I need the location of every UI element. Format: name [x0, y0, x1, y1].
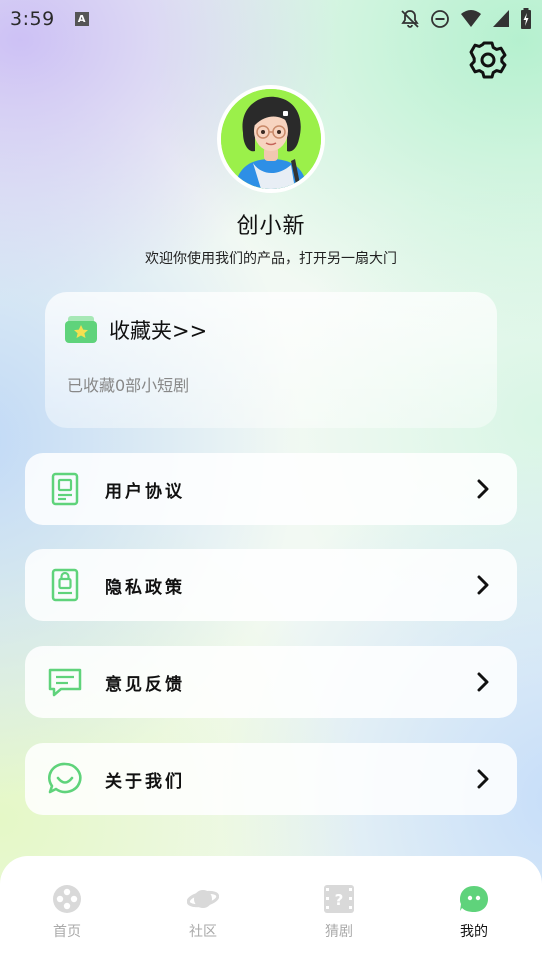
- tagline: 欢迎你使用我们的产品，打开另一扇大门: [145, 251, 397, 267]
- tab-guess[interactable]: ? 猜剧: [289, 856, 389, 956]
- menu-item-about-us[interactable]: 关于我们: [25, 743, 517, 815]
- menu-label: 隐私政策: [105, 578, 185, 598]
- favorites-card[interactable]: 收藏夹>> 已收藏0部小短剧: [45, 292, 497, 428]
- status-time: 3:59: [10, 8, 55, 30]
- bottom-tab-bar: 首页 社区 ? 猜剧 我的: [0, 856, 542, 965]
- menu-item-user-agreement[interactable]: 用户协议: [25, 453, 517, 525]
- chat-smile-icon: [48, 762, 82, 794]
- tab-label: 我的: [460, 924, 488, 940]
- chevron-right-icon: [477, 479, 489, 499]
- tab-label: 猜剧: [325, 924, 353, 940]
- notification-a-icon: A: [74, 12, 89, 26]
- battery-charging-icon: [521, 8, 531, 29]
- film-reel-icon: [53, 885, 81, 913]
- bell-off-icon: [401, 10, 419, 28]
- username: 创小新: [236, 214, 306, 239]
- face-icon: [460, 886, 488, 912]
- tab-label: 首页: [53, 924, 81, 940]
- tab-mine[interactable]: 我的: [424, 856, 524, 956]
- settings-gear-icon[interactable]: [468, 40, 508, 80]
- avatar[interactable]: [217, 85, 325, 193]
- lock-document-icon: [51, 568, 79, 602]
- message-icon: [48, 668, 82, 697]
- menu-label: 用户协议: [105, 482, 185, 502]
- chevron-right-icon: [477, 769, 489, 789]
- do-not-disturb-icon: [431, 10, 449, 28]
- favorites-title[interactable]: 收藏夹>>: [109, 315, 207, 345]
- chevron-right-icon: [477, 672, 489, 692]
- question-film-icon: ?: [324, 885, 354, 913]
- document-icon: [51, 472, 79, 506]
- favorites-folder-icon: [65, 316, 97, 343]
- wifi-icon: [461, 10, 481, 27]
- menu-label: 关于我们: [105, 772, 185, 792]
- avatar-illustration-icon: [221, 89, 321, 189]
- chevron-right-icon: [477, 575, 489, 595]
- signal-icon: [493, 10, 509, 27]
- planet-icon: [187, 890, 219, 908]
- favorites-count: 已收藏0部小短剧: [67, 376, 190, 395]
- status-icons: [400, 8, 532, 30]
- svg-text:?: ?: [335, 891, 344, 909]
- menu-item-feedback[interactable]: 意见反馈: [25, 646, 517, 718]
- menu-item-privacy-policy[interactable]: 隐私政策: [25, 549, 517, 621]
- tab-home[interactable]: 首页: [17, 856, 117, 956]
- tab-community[interactable]: 社区: [153, 856, 253, 956]
- status-bar: 3:59 A: [0, 0, 542, 38]
- tab-label: 社区: [189, 924, 217, 940]
- menu-label: 意见反馈: [105, 675, 185, 695]
